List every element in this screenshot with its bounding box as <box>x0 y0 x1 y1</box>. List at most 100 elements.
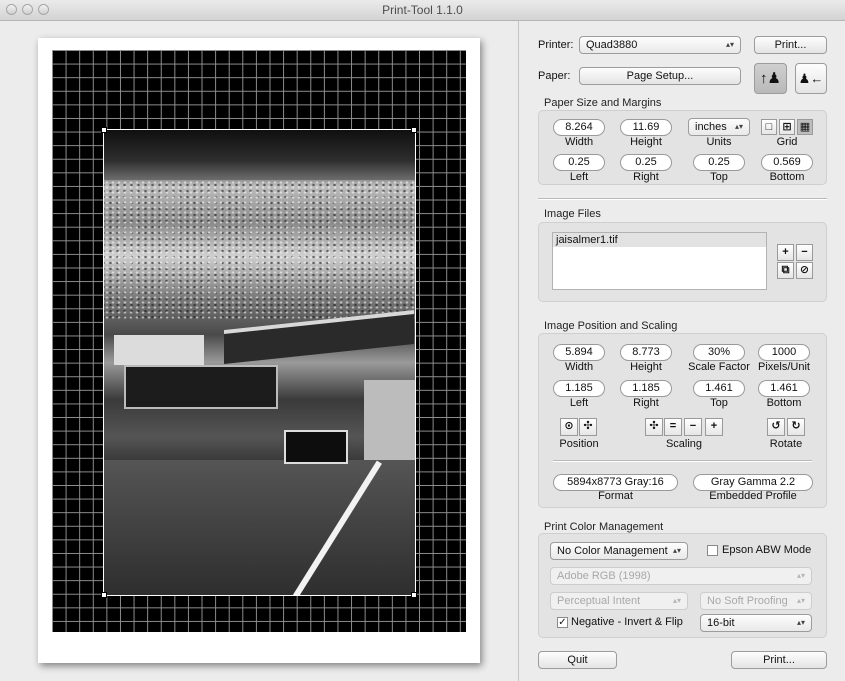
color-management-title: Print Color Management <box>544 521 664 533</box>
quit-button[interactable]: Quit <box>538 651 617 669</box>
embedded-profile-label: Embedded Profile <box>709 490 797 502</box>
chevron-updown-icon: ▴▾ <box>796 618 805 627</box>
scale-factor-field[interactable]: 30% <box>693 344 745 361</box>
epson-abw-checkbox[interactable] <box>707 545 718 556</box>
image-building <box>364 380 415 460</box>
paper-height-label: Height <box>630 136 662 148</box>
grid-quarters-button[interactable]: ⊞ <box>779 119 795 135</box>
landscape-orientation-button[interactable]: ♟← <box>795 63 827 94</box>
image-height-field[interactable]: 8.773 <box>620 344 672 361</box>
chevron-updown-icon: ▴▾ <box>734 122 743 131</box>
image-sky-region <box>104 130 415 180</box>
image-landscape-texture <box>104 180 415 320</box>
margin-right-field[interactable]: 0.25 <box>620 154 672 171</box>
no-entry-icon: ⊘ <box>799 264 810 276</box>
print-preview-pane <box>0 21 518 681</box>
image-building <box>114 335 204 365</box>
title-bar: Print-Tool 1.1.0 <box>0 0 845 21</box>
portrait-icon: ↑♟ <box>760 70 781 87</box>
paper-label: Paper: <box>538 70 571 82</box>
chevron-updown-icon: ▴▾ <box>672 546 681 555</box>
crop-handle-bottom-left[interactable] <box>101 592 107 598</box>
scale-factor-label: Scale Factor <box>688 361 750 373</box>
image-files-title: Image Files <box>544 208 601 220</box>
center-position-button[interactable]: ⊙ <box>560 418 578 436</box>
epson-abw-label: Epson ABW Mode <box>722 544 812 556</box>
image-width-field[interactable]: 5.894 <box>553 344 605 361</box>
remove-file-button[interactable]: − <box>796 244 813 261</box>
add-file-button[interactable]: + <box>777 244 794 261</box>
section-separator <box>538 198 827 200</box>
image-width-label: Width <box>564 361 594 373</box>
rendering-intent-select[interactable]: Perceptual Intent ▴▾ <box>550 592 688 610</box>
window-title: Print-Tool 1.1.0 <box>382 3 463 17</box>
printer-label: Printer: <box>538 39 574 51</box>
crop-handle-bottom-right[interactable] <box>411 592 417 598</box>
print-grid-area <box>52 50 466 632</box>
image-bottom-field[interactable]: 1.461 <box>758 380 810 397</box>
grid-none-icon: □ <box>765 121 773 133</box>
chevron-updown-icon: ▴▾ <box>796 596 805 605</box>
clear-files-button[interactable]: ⊘ <box>796 262 813 279</box>
margin-top-field[interactable]: 0.25 <box>693 154 745 171</box>
rendering-intent-value: Perceptual Intent <box>557 595 641 607</box>
paper-height-field[interactable]: 11.69 <box>620 119 672 136</box>
bit-depth-select[interactable]: 16-bit ▴▾ <box>700 614 812 632</box>
paper-size-title: Paper Size and Margins <box>544 97 662 109</box>
negative-label: Negative - Invert & Flip <box>571 616 683 628</box>
print-button-top[interactable]: Print... <box>754 36 827 54</box>
format-label: Format <box>598 490 633 502</box>
image-preview[interactable] <box>103 129 416 596</box>
margin-left-field[interactable]: 0.25 <box>553 154 605 171</box>
image-files-list[interactable]: jaisalmer1.tif <box>552 232 767 290</box>
image-bottom-label: Bottom <box>766 397 802 409</box>
portrait-orientation-button[interactable]: ↑♟ <box>754 63 787 94</box>
printer-select-value: Quad3880 <box>586 39 638 51</box>
margin-right-label: Right <box>633 171 659 183</box>
checkmark-icon: ✓ <box>558 617 567 628</box>
margin-bottom-field[interactable]: 0.569 <box>761 154 813 171</box>
duplicate-icon: ⧉ <box>781 264 790 276</box>
duplicate-file-button[interactable]: ⧉ <box>777 262 794 279</box>
image-right-label: Right <box>633 397 659 409</box>
pixels-per-unit-label: Pixels/Unit <box>758 361 810 373</box>
landscape-icon: ♟← <box>798 71 824 86</box>
image-top-label: Top <box>710 397 728 409</box>
color-profile-select[interactable]: Adobe RGB (1998) ▴▾ <box>550 567 812 585</box>
grid-fine-button[interactable]: ▦ <box>797 119 813 135</box>
page-setup-button[interactable]: Page Setup... <box>579 67 741 85</box>
rotate-right-button[interactable]: ↻ <box>787 418 805 436</box>
image-top-field[interactable]: 1.461 <box>693 380 745 397</box>
paper-width-field[interactable]: 8.264 <box>553 119 605 136</box>
image-left-field[interactable]: 1.185 <box>553 380 605 397</box>
target-icon: ⊙ <box>564 420 574 432</box>
pane-divider <box>518 21 519 681</box>
position-scaling-title: Image Position and Scaling <box>544 320 678 332</box>
fit-scaling-button[interactable]: ✣ <box>645 418 663 436</box>
crop-handle-top-right[interactable] <box>411 127 417 133</box>
margin-left-label: Left <box>569 171 589 183</box>
grid-quarters-icon: ⊞ <box>782 121 792 133</box>
soft-proofing-select[interactable]: No Soft Proofing ▴▾ <box>700 592 812 610</box>
scale-up-button[interactable]: + <box>705 418 723 436</box>
scale-down-button[interactable]: − <box>684 418 702 436</box>
crop-handle-top-left[interactable] <box>101 127 107 133</box>
image-right-field[interactable]: 1.185 <box>620 380 672 397</box>
color-management-select[interactable]: No Color Management ▴▾ <box>550 542 688 560</box>
move-position-button[interactable]: ✣ <box>579 418 597 436</box>
color-profile-value: Adobe RGB (1998) <box>557 570 651 582</box>
print-button[interactable]: Print... <box>731 651 827 669</box>
margin-top-label: Top <box>710 171 728 183</box>
negative-checkbox[interactable]: ✓ <box>557 617 568 628</box>
bit-depth-value: 16-bit <box>707 617 735 629</box>
list-item[interactable]: jaisalmer1.tif <box>553 233 766 247</box>
pixels-per-unit-field[interactable]: 1000 <box>758 344 810 361</box>
printer-select[interactable]: Quad3880 ▴▾ <box>579 36 741 54</box>
rotate-left-button[interactable]: ↺ <box>767 418 785 436</box>
grid-none-button[interactable]: □ <box>761 119 777 135</box>
scaling-label: Scaling <box>665 438 703 450</box>
units-select[interactable]: inches ▴▾ <box>688 118 750 136</box>
rotate-cw-icon: ↻ <box>791 420 801 432</box>
actual-size-button[interactable]: = <box>664 418 682 436</box>
grid-fine-icon: ▦ <box>799 121 811 133</box>
